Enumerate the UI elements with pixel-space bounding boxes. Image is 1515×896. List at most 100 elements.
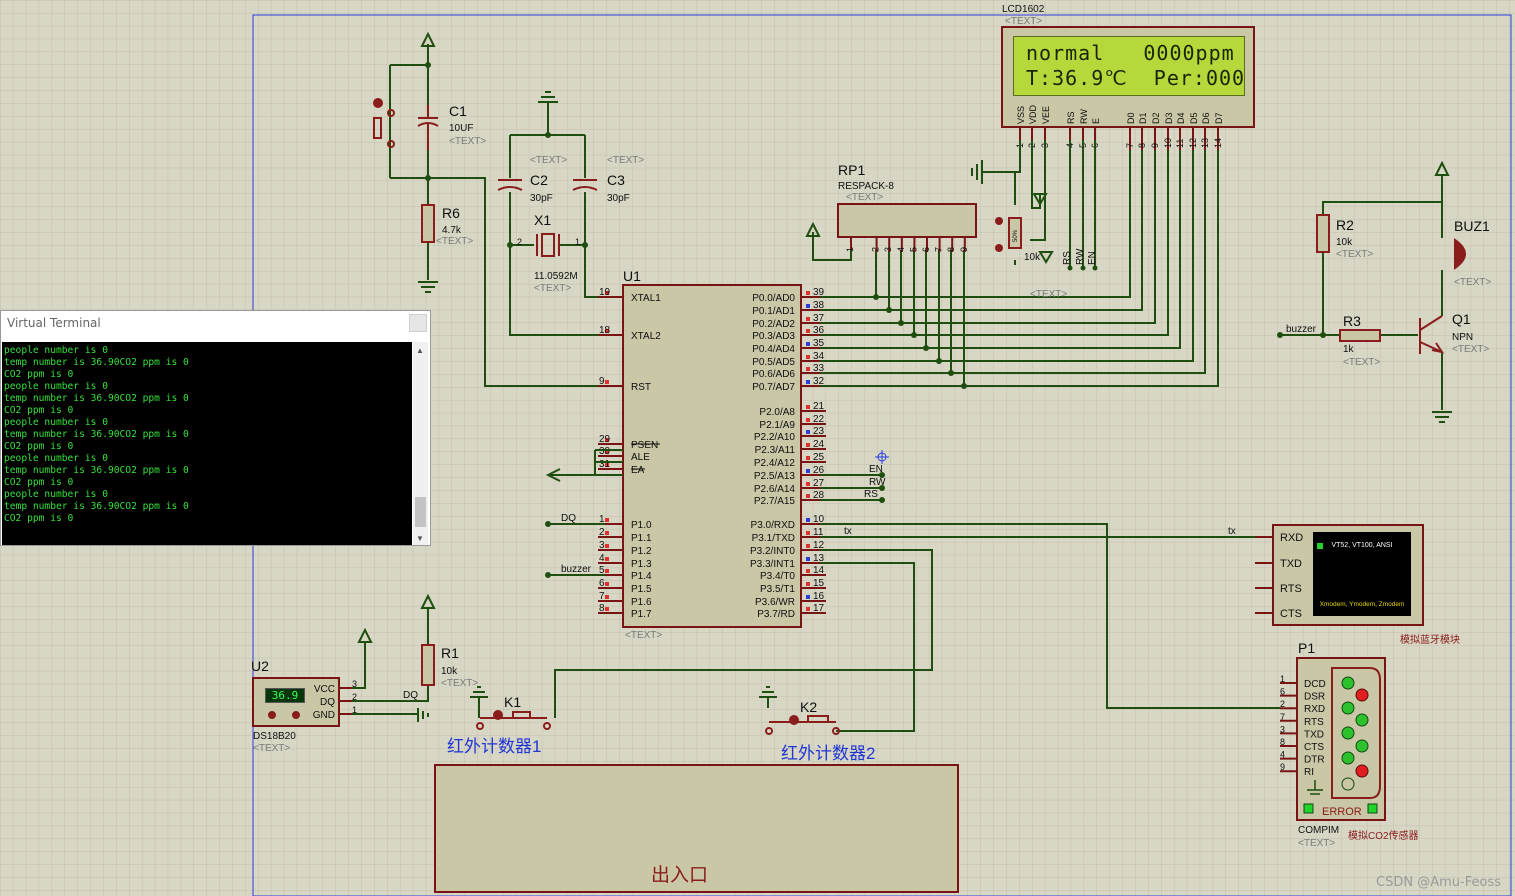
terminal-line: temp number is 36.90CO2 ppm is 0	[4, 429, 189, 440]
r2-value: 10k	[1336, 237, 1353, 248]
lcd-pin-name: D7	[1214, 112, 1224, 124]
r3-resistor	[1339, 329, 1381, 342]
mcu-pin-name: P3.0/RXD	[751, 520, 795, 531]
terminal-line: CO2 ppm is 0	[4, 477, 74, 488]
tx-net-label-bt: tx	[1228, 526, 1236, 537]
lcd-screen: normal 0000ppm T:36.9℃ Per:000	[1013, 36, 1245, 96]
bt-pin-name: CTS	[1280, 608, 1302, 620]
scroll-down-icon[interactable]: ▼	[416, 534, 424, 543]
pin-marker	[806, 518, 810, 522]
pin-marker	[806, 317, 810, 321]
lcd-pin-name: D4	[1176, 112, 1186, 124]
close-button[interactable]	[409, 314, 427, 332]
bt-pin-name: RXD	[1280, 532, 1303, 544]
mcu-pin-number: 16	[813, 591, 825, 602]
r1-tag: <TEXT>	[441, 678, 478, 689]
terminal-line: temp number is 36.90CO2 ppm is 0	[4, 393, 189, 404]
mcu-pin-number: 6	[599, 578, 605, 589]
r1-resistor	[421, 644, 435, 686]
r3-tag: <TEXT>	[1343, 357, 1380, 368]
bt-terminal-screen: VT52, VT100, ANSI Xmodem, Ymodem, Zmodem	[1313, 532, 1411, 616]
rp1-pin-number: 8	[946, 247, 956, 252]
mcu-pin-name: P0.6/AD6	[752, 369, 795, 380]
virtual-terminal-window[interactable]: Virtual Terminal people number is 0 temp …	[0, 310, 431, 546]
mcu-pin-number: 8	[599, 603, 605, 614]
pin-marker	[806, 544, 810, 548]
r3-value: 1k	[1343, 344, 1355, 355]
p1-pin-name: RTS	[1304, 717, 1324, 728]
x1-tag: <TEXT>	[534, 283, 571, 294]
p1-pin-number: 8	[1280, 737, 1285, 747]
mcu-pin-number: 30	[599, 446, 611, 457]
rp1-pin-number: 5	[908, 247, 918, 252]
mcu-pin-name: P3.5/T1	[760, 584, 795, 595]
pin-marker	[806, 494, 810, 498]
mcu-pin-name: P2.0/A8	[759, 407, 795, 418]
mcu-pin-number: 24	[813, 439, 825, 450]
pin-marker	[806, 329, 810, 333]
terminal-line: CO2 ppm is 0	[4, 441, 74, 452]
scroll-up-icon[interactable]: ▲	[416, 346, 424, 355]
mcu-pin-name: P2.4/A12	[754, 458, 796, 469]
u2-pin-name: VCC	[314, 684, 335, 695]
pin-marker	[605, 531, 609, 535]
mcu-pin-name: XTAL1	[631, 293, 661, 304]
scrollbar-thumb[interactable]	[415, 497, 426, 527]
pin-marker	[806, 291, 810, 295]
pin-marker	[605, 607, 609, 611]
pin-marker	[605, 569, 609, 573]
terminal-line: people number is 0	[4, 489, 108, 500]
pin-marker	[806, 607, 810, 611]
p1-tag: <TEXT>	[1298, 838, 1335, 849]
dq-net-label-u2: DQ	[403, 690, 418, 701]
p1-value: COMPIM	[1298, 825, 1339, 836]
mcu-pin-name: P1.5	[631, 584, 652, 595]
rp1-pin-number: 9	[959, 247, 969, 252]
lcd-pin-name: VDD	[1028, 104, 1038, 124]
mcu-pin-number: 7	[599, 591, 605, 602]
k1-ref: K1	[504, 694, 521, 710]
r6-value: 4.7k	[442, 225, 462, 236]
mcu-pin-number: 3	[599, 540, 605, 551]
lcd-en-tag: EN	[1087, 251, 1098, 265]
pin-marker	[806, 304, 810, 308]
rp1-pin-number: 3	[883, 247, 893, 252]
lcd-pin-name: E	[1091, 118, 1101, 124]
pin-marker	[806, 418, 810, 422]
pin-marker	[806, 456, 810, 460]
mcu-pin-number: 25	[813, 452, 825, 463]
pin-marker	[806, 443, 810, 447]
lcd-pin-number: 9	[1150, 143, 1160, 148]
pin-marker	[605, 582, 609, 586]
lcd-rw-tag: RW	[1075, 248, 1086, 265]
mcu-pin-name: P1.2	[631, 546, 652, 557]
mcu-pin-name: ALE	[631, 452, 650, 463]
mcu-pin-name: P0.3/AD3	[752, 331, 795, 342]
en-net-label: EN	[869, 464, 883, 475]
mcu-pin-name: XTAL2	[631, 331, 661, 342]
terminal-line: temp number is 36.90CO2 ppm is 0	[4, 501, 189, 512]
c3-value: 30pF	[607, 193, 630, 204]
buzzer-net-label-right: buzzer	[1286, 324, 1317, 335]
pin-marker	[806, 405, 810, 409]
c3-tag: <TEXT>	[607, 155, 644, 166]
mcu-pin-name: PSEN	[631, 440, 658, 451]
pin-marker	[806, 531, 810, 535]
lcd-pin-name: D3	[1164, 112, 1174, 124]
mcu-ref: U1	[623, 268, 641, 284]
mcu-pin-number: 31	[599, 459, 611, 470]
terminal-output[interactable]: people number is 0 temp number is 36.90CO…	[2, 342, 412, 545]
pin-marker	[806, 469, 810, 473]
p1-pin-name: RXD	[1304, 704, 1325, 715]
terminal-scrollbar[interactable]: ▲ ▼	[413, 342, 428, 545]
r6-tag: <TEXT>	[436, 236, 473, 247]
r1-ref: R1	[441, 645, 459, 661]
r1-value: 10k	[441, 666, 458, 677]
k2-label: 红外计数器2	[781, 744, 875, 763]
u2-pin-name: GND	[313, 710, 335, 721]
u2-tag: <TEXT>	[253, 743, 290, 754]
c1-value: 10UF	[449, 123, 473, 134]
x1-pin1: 1	[575, 237, 580, 247]
u2-pin-name: DQ	[320, 697, 335, 708]
lcd-pin-number: 10	[1163, 138, 1173, 148]
